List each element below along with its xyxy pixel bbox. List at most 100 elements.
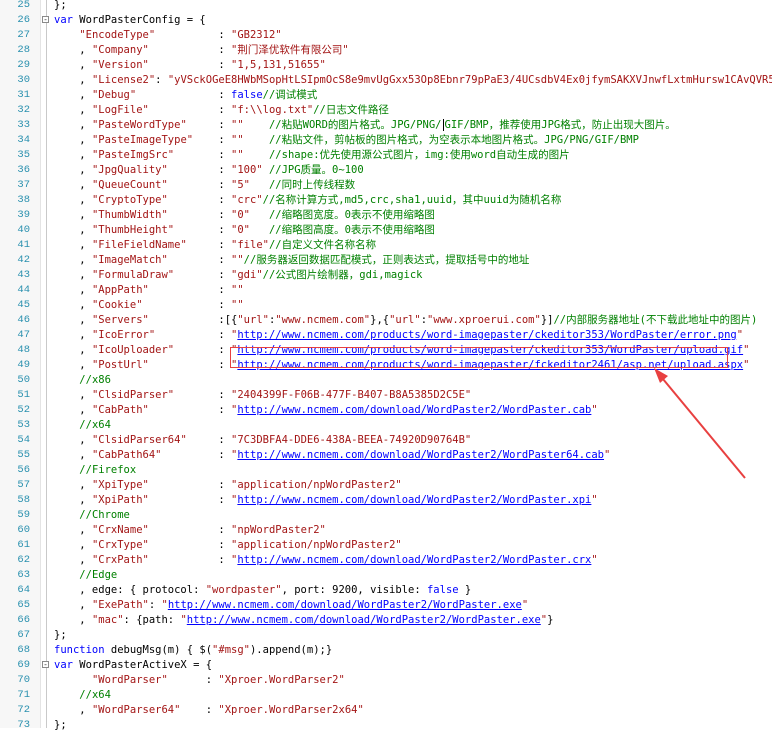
code-line[interactable]: 62 , "CrxPath" : "http://www.ncmem.com/d… (0, 553, 772, 568)
line-number: 58 (17, 494, 30, 506)
fold-toggle-icon[interactable]: - (42, 16, 49, 24)
code-text: //Edge (54, 568, 117, 583)
code-line[interactable]: 29 , "Version" : "1,5,131,51655" (0, 58, 772, 73)
code-token: , edge: { protocol: (54, 584, 206, 596)
fold-toggle-icon[interactable]: - (42, 661, 49, 669)
code-line[interactable]: 45 , "Cookie" : "" (0, 298, 772, 313)
code-line[interactable]: 69 - var WordPasterActiveX = { (0, 658, 772, 673)
code-token: , (54, 704, 92, 716)
code-line[interactable]: 52 , "CabPath" : "http://www.ncmem.com/d… (0, 403, 772, 418)
code-token: } (458, 584, 472, 596)
code-token: "url" (237, 314, 269, 326)
code-token: //缩略图高度。0表示不使用缩略图 (268, 224, 435, 236)
code-line[interactable]: 55 , "CabPath64" : "http://www.ncmem.com… (0, 448, 772, 463)
code-line[interactable]: 37 , "QueueCount" : "5" //同时上传线程数 (0, 178, 772, 193)
code-line[interactable]: 57 , "XpiType" : "application/npWordPast… (0, 478, 772, 493)
code-line[interactable]: 34 , "PasteImageType" : "" //粘贴文件，剪帖板的图片… (0, 133, 772, 148)
code-token: , (54, 59, 92, 71)
code-text: function debugMsg(m) { $("#msg").append(… (54, 643, 332, 658)
code-token: , (54, 119, 92, 131)
code-line[interactable]: 49 , "PostUrl" : "http://www.ncmem.com/p… (0, 358, 772, 373)
code-token: "Version" (91, 59, 149, 71)
code-link[interactable]: http://www.ncmem.com/download/WordPaster… (237, 494, 591, 506)
code-token: }; (54, 629, 67, 641)
code-link[interactable]: http://www.ncmem.com/download/WordPaster… (237, 554, 591, 566)
code-token: "100" (231, 164, 263, 176)
code-token: , (54, 44, 92, 56)
line-number: 40 (17, 224, 30, 236)
code-text: , "XpiType" : "application/npWordPaster2… (54, 478, 401, 493)
code-line[interactable]: 54 , "ClsidParser64" : "7C3DBFA4-DDE6-43… (0, 433, 772, 448)
code-line[interactable]: 43 , "FormulaDraw" : "gdi"//公式图片绘制器，gdi,… (0, 268, 772, 283)
code-text: , "mac": {path: "http://www.ncmem.com/do… (54, 613, 553, 628)
code-token: "#msg" (212, 644, 250, 656)
code-token: //x64 (79, 689, 111, 701)
code-token: "PasteWordType" (91, 119, 187, 131)
code-line[interactable]: 33 , "PasteWordType" : "" //粘贴WORD的图片格式。… (0, 118, 772, 133)
code-token: "AppPath" (91, 284, 149, 296)
code-line[interactable]: 58 , "XpiPath" : "http://www.ncmem.com/d… (0, 493, 772, 508)
code-link[interactable]: http://www.ncmem.com/download/WordPaster… (187, 614, 541, 626)
code-line[interactable]: 59 //Chrome (0, 508, 772, 523)
code-line[interactable]: 64 , edge: { protocol: "wordpaster", por… (0, 583, 772, 598)
code-line[interactable]: 48 , "IcoUploader" : "http://www.ncmem.c… (0, 343, 772, 358)
code-line[interactable]: 61 , "CrxType" : "application/npWordPast… (0, 538, 772, 553)
code-line[interactable]: 44 , "AppPath" : "" (0, 283, 772, 298)
code-token: "gdi" (231, 269, 263, 281)
code-token: : (193, 134, 232, 146)
code-text: , "QueueCount" : "5" //同时上传线程数 (54, 178, 355, 193)
code-line[interactable]: 70 "WordParser" : "Xproer.WordParser2" (0, 673, 772, 688)
code-token: "GB2312" (231, 29, 282, 41)
code-line[interactable]: 40 , "ThumbHeight" : "0" //缩略图高度。0表示不使用缩… (0, 223, 772, 238)
code-token: }; (54, 0, 67, 11)
code-line[interactable]: 46 , "Servers" :[{"url":"www.ncmem.com"}… (0, 313, 772, 328)
code-line[interactable]: 73}; (0, 718, 772, 733)
code-line[interactable]: 60 , "CrxName" : "npWordPaster2" (0, 523, 772, 538)
line-number: 36 (17, 164, 30, 176)
code-editor[interactable]: 25}; 26- var WordPasterConfig = {27 "Encod… (0, 0, 772, 731)
code-line[interactable]: 35 , "PasteImgSrc" : "" //shape:优先使用源公式图… (0, 148, 772, 163)
code-token: " (591, 404, 598, 416)
code-line[interactable]: 39 , "ThumbWidth" : "0" //缩略图宽度。0表示不使用缩略… (0, 208, 772, 223)
code-line[interactable]: 32 , "LogFile" : "f:\\log.txt"//日志文件路径 (0, 103, 772, 118)
code-line[interactable]: 36 , "JpgQuality" : "100" //JPG质量。0~100 (0, 163, 772, 178)
code-link[interactable]: http://www.ncmem.com/download/WordPaster… (237, 404, 591, 416)
line-number: 65 (17, 599, 30, 611)
code-token: "crc" (231, 194, 263, 206)
code-token: , (54, 179, 92, 191)
code-link[interactable]: http://www.ncmem.com/download/WordPaster… (168, 599, 522, 611)
code-token: ).append(m);} (249, 644, 333, 656)
code-token: : (148, 539, 232, 551)
code-token: //粘贴WORD的图片格式。JPG/PNG/ (268, 119, 442, 131)
code-line[interactable]: 30 , "License2": "yVSckOGeE8HWbMSopHtLSI… (0, 73, 772, 88)
code-link[interactable]: http://www.ncmem.com/products/word-image… (237, 344, 743, 356)
code-line[interactable]: 53 //x64 (0, 418, 772, 433)
code-text: , "CryptoType" : "crc"//名称计算方式,md5,crc,s… (54, 193, 561, 208)
code-line[interactable]: 41 , "FileFieldName" : "file"//自定义文件名称名称 (0, 238, 772, 253)
code-line[interactable]: 72 , "WordParser64" : "Xproer.WordParser… (0, 703, 772, 718)
code-line[interactable]: 67}; (0, 628, 772, 643)
code-line[interactable]: 31 , "Debug" : false//调试模式 (0, 88, 772, 103)
code-line[interactable]: 56 //Firefox (0, 463, 772, 478)
code-line[interactable]: 50 //x86 (0, 373, 772, 388)
code-link[interactable]: http://www.ncmem.com/products/word-image… (237, 329, 736, 341)
code-token: , (54, 194, 92, 206)
code-token: : (167, 254, 232, 266)
code-line[interactable]: 28 , "Company" : "荆门泽优软件有限公司" (0, 43, 772, 58)
code-line[interactable]: 47 , "IcoError" : "http://www.ncmem.com/… (0, 328, 772, 343)
code-link[interactable]: http://www.ncmem.com/download/WordPaster… (237, 449, 604, 461)
code-token: false (426, 584, 459, 596)
code-line[interactable]: 65 , "ExePath": "http://www.ncmem.com/do… (0, 598, 772, 613)
code-line[interactable]: 42 , "ImageMatch" : ""//服务器返回数据匹配模式，正则表达… (0, 253, 772, 268)
code-line[interactable]: 51 , "ClsidParser" : "2404399F-F06B-477F… (0, 388, 772, 403)
code-line[interactable]: 71 //x64 (0, 688, 772, 703)
code-line[interactable]: 68 function debugMsg(m) { $("#msg").appen… (0, 643, 772, 658)
code-line[interactable]: 66 , "mac": {path: "http://www.ncmem.com… (0, 613, 772, 628)
code-link[interactable]: http://www.ncmem.com/products/word-image… (237, 359, 743, 371)
code-line[interactable]: 27 "EncodeType" : "GB2312" (0, 28, 772, 43)
code-line[interactable]: 26 - var WordPasterConfig = { (0, 13, 772, 28)
code-text: , "Cookie" : "" (54, 298, 243, 313)
code-line[interactable]: 63 //Edge (0, 568, 772, 583)
code-line[interactable]: 38 , "CryptoType" : "crc"//名称计算方式,md5,cr… (0, 193, 772, 208)
code-line[interactable]: 25}; (0, 0, 772, 13)
